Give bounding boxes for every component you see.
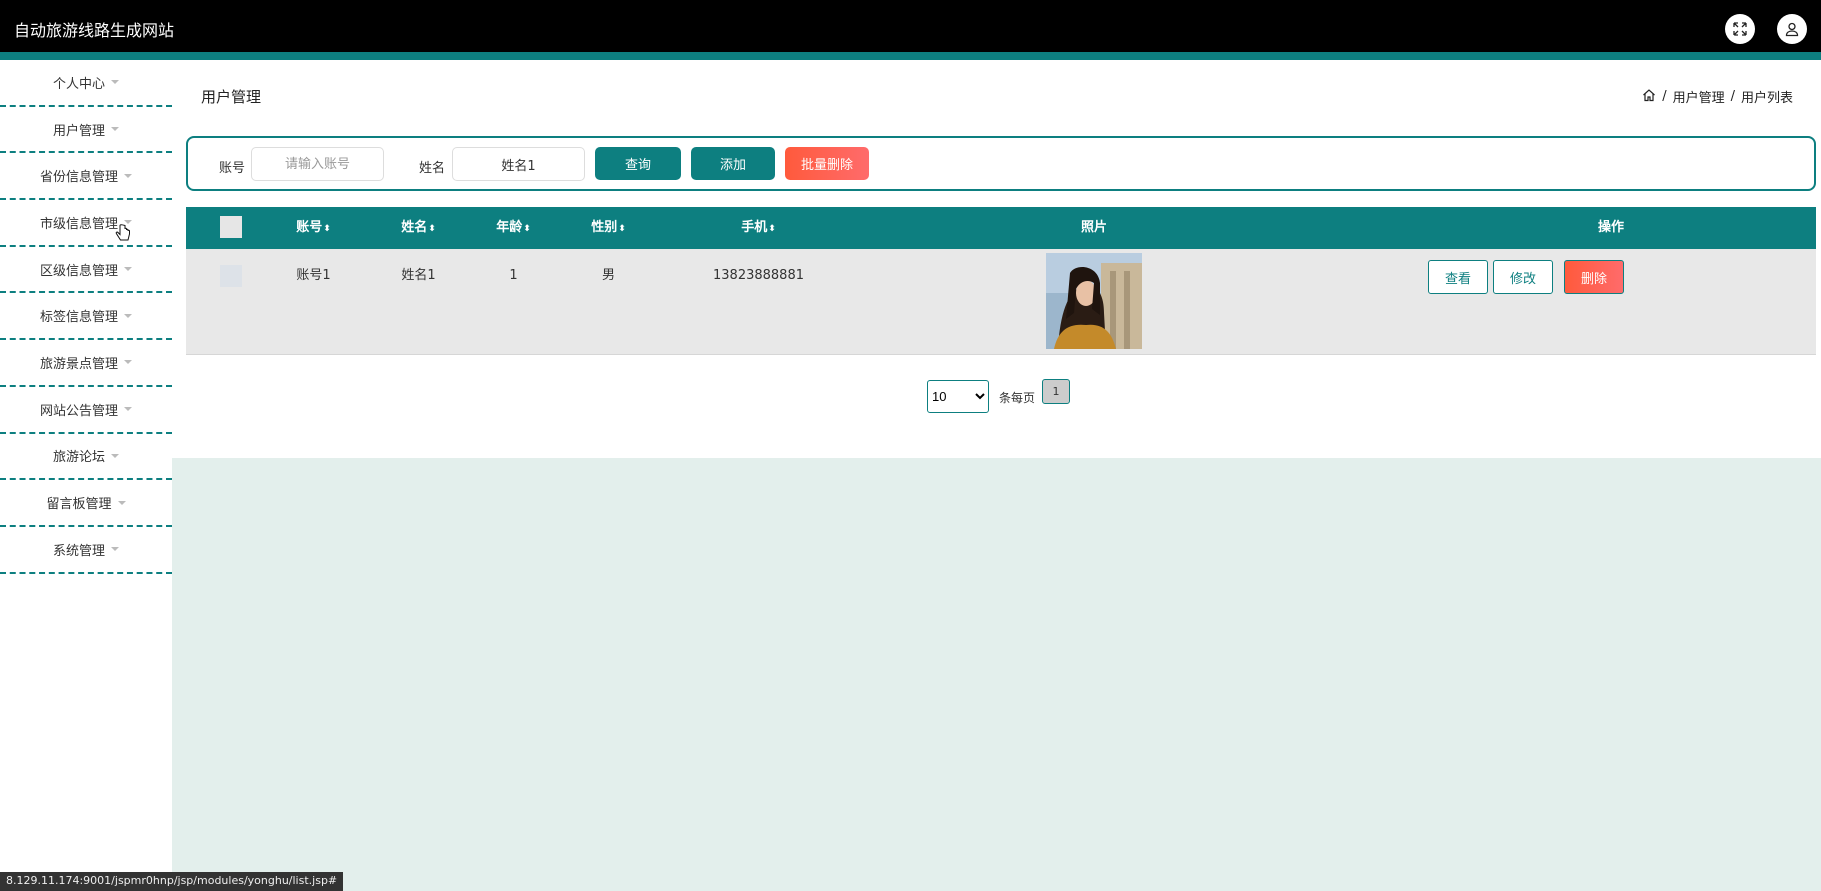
sidebar-item-label: 旅游论坛: [52, 450, 105, 466]
sidebar-item-announcements[interactable]: 网站公告管理: [0, 387, 172, 434]
sort-icon: ⬍: [323, 224, 331, 234]
cell-name: 姓名1: [401, 268, 436, 283]
account-label: 账号: [219, 161, 246, 176]
row-checkbox[interactable]: [220, 265, 242, 287]
sidebar-item-label: 个人中心: [52, 76, 105, 92]
status-bar-url: 8.129.11.174:9001/jspmr0hnp/jsp/modules/…: [0, 872, 344, 891]
caret-down-icon: [124, 313, 132, 318]
sidebar-item-district-info[interactable]: 区级信息管理: [0, 247, 172, 294]
table-row: 账号1 姓名1 1 男 13823888881 查看 修改 删除: [186, 249, 1816, 355]
page-number-button[interactable]: 1: [1042, 379, 1070, 404]
hand-cursor-icon: [115, 224, 131, 248]
sort-icon: ⬍: [428, 224, 436, 234]
content-background: [172, 458, 1821, 891]
header-accent-stripe: [0, 52, 1821, 60]
user-icon[interactable]: [1777, 14, 1807, 44]
edit-button[interactable]: 修改: [1493, 260, 1553, 294]
column-header-actions: 操作: [1597, 220, 1624, 235]
caret-down-icon: [124, 360, 132, 365]
batch-delete-button[interactable]: 批量删除: [785, 147, 869, 180]
cell-phone: 13823888881: [713, 268, 804, 283]
column-header-account[interactable]: 账号⬍: [266, 207, 361, 249]
sort-icon: ⬍: [523, 224, 531, 234]
sidebar-item-label: 标签信息管理: [39, 310, 118, 326]
name-search-input[interactable]: [452, 147, 585, 181]
sidebar-item-city-info[interactable]: 市级信息管理: [0, 200, 172, 247]
caret-down-icon: [124, 173, 132, 178]
home-icon[interactable]: [1642, 88, 1656, 106]
breadcrumb: / 用户管理 / 用户列表: [1642, 87, 1793, 106]
page-size-select[interactable]: 10: [927, 380, 989, 413]
breadcrumb-item[interactable]: 用户管理: [1673, 87, 1725, 106]
sidebar-item-label: 省份信息管理: [39, 170, 118, 186]
sidebar-item-user-management[interactable]: 用户管理: [0, 107, 172, 154]
cell-gender: 男: [601, 268, 615, 283]
caret-down-icon: [111, 453, 119, 458]
account-search-input[interactable]: [251, 147, 384, 181]
column-header-gender[interactable]: 性别⬍: [566, 207, 651, 249]
caret-down-icon: [117, 500, 126, 505]
sidebar-item-label: 系统管理: [52, 543, 105, 559]
sort-icon: ⬍: [618, 224, 626, 234]
sort-icon: ⬍: [768, 224, 776, 234]
sidebar-item-label: 留言板管理: [46, 497, 112, 513]
fullscreen-icon[interactable]: [1725, 14, 1755, 44]
per-page-label: 条每页: [999, 391, 1036, 405]
cell-age: 1: [509, 268, 518, 283]
table-header: 账号⬍ 姓名⬍ 年龄⬍ 性别⬍ 手机⬍ 照片 操作: [186, 207, 1816, 249]
search-panel: 账号 姓名 查询 添加 批量删除: [186, 136, 1816, 191]
caret-down-icon: [111, 127, 119, 132]
sidebar-item-message-board[interactable]: 留言板管理: [0, 480, 172, 527]
breadcrumb-separator: /: [1662, 89, 1667, 104]
user-photo: [1046, 253, 1142, 349]
caret-down-icon: [124, 407, 132, 412]
app-title: 自动旅游线路生成网站: [14, 21, 175, 40]
view-button[interactable]: 查看: [1428, 260, 1488, 294]
sidebar-item-personal-center[interactable]: 个人中心: [0, 60, 172, 107]
sidebar-item-province-info[interactable]: 省份信息管理: [0, 153, 172, 201]
sidebar-item-label: 市级信息管理: [39, 216, 118, 232]
column-header-photo: 照片: [1080, 220, 1107, 235]
sidebar-item-scenic-spots[interactable]: 旅游景点管理: [0, 340, 172, 387]
sidebar-item-label: 用户管理: [52, 123, 105, 139]
caret-down-icon: [111, 80, 119, 85]
user-table: 账号⬍ 姓名⬍ 年龄⬍ 性别⬍ 手机⬍ 照片 操作 账号1 姓名1 1 男 13…: [186, 207, 1816, 355]
sidebar-item-label: 网站公告管理: [39, 403, 118, 419]
page-title: 用户管理: [201, 88, 262, 106]
breadcrumb-item: 用户列表: [1740, 91, 1793, 106]
delete-button[interactable]: 删除: [1564, 260, 1624, 294]
column-header-age[interactable]: 年龄⬍: [471, 207, 556, 249]
name-label: 姓名: [419, 161, 446, 176]
caret-down-icon: [111, 547, 119, 552]
cell-account: 账号1: [296, 268, 331, 283]
caret-down-icon: [124, 267, 132, 272]
sidebar: 个人中心 用户管理 省份信息管理 市级信息管理 区级信息管理 标签信息管理 旅游…: [0, 60, 172, 891]
select-all-checkbox[interactable]: [220, 216, 242, 238]
breadcrumb-separator: /: [1730, 89, 1735, 104]
column-header-name[interactable]: 姓名⬍: [376, 207, 461, 249]
top-bar: 自动旅游线路生成网站: [0, 0, 1821, 52]
sidebar-item-forum[interactable]: 旅游论坛: [0, 434, 172, 481]
sidebar-item-tag-info[interactable]: 标签信息管理: [0, 293, 172, 341]
sidebar-item-label: 区级信息管理: [39, 263, 118, 279]
add-button[interactable]: 添加: [691, 147, 775, 180]
sidebar-item-system[interactable]: 系统管理: [0, 527, 172, 574]
sidebar-item-label: 旅游景点管理: [39, 356, 118, 372]
query-button[interactable]: 查询: [595, 147, 681, 180]
column-header-phone[interactable]: 手机⬍: [666, 207, 851, 249]
